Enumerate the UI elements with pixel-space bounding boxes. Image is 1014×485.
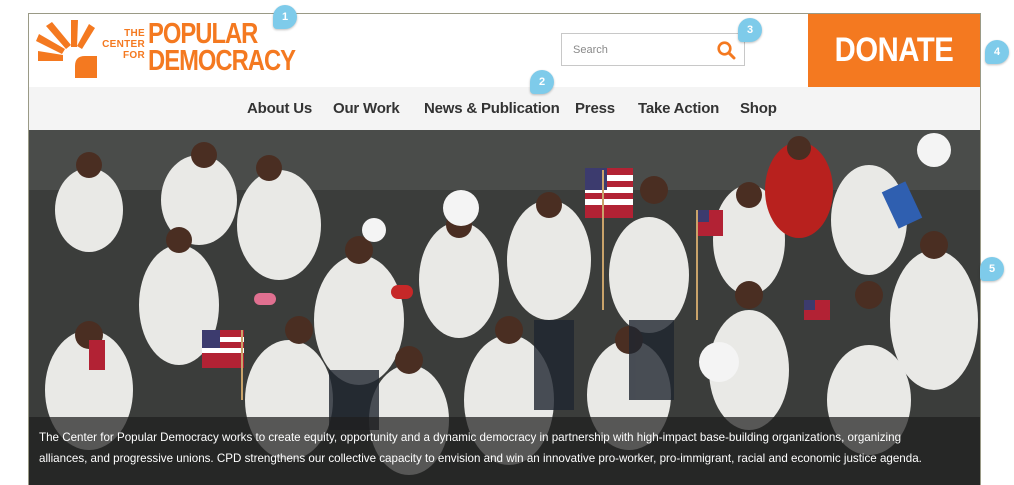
logo-line-center: CENTER <box>102 39 145 50</box>
nav-item-about-us[interactable]: About Us <box>247 87 312 130</box>
annotation-marker-5: 5 <box>980 257 1004 281</box>
annotation-marker-1: 1 <box>273 5 297 29</box>
annotation-marker-1-label: 1 <box>281 11 289 23</box>
page-frame: THE CENTER FOR POPULAR DEMOCRACY DONATE … <box>28 13 981 485</box>
sun-logo-icon <box>36 20 97 78</box>
nav-item-shop[interactable]: Shop <box>740 87 777 130</box>
logo-small-text: THE CENTER FOR <box>99 28 145 61</box>
logo-line-democracy: DEMOCRACY <box>148 45 296 77</box>
hero-caption-line-2: alliances, and progressive unions. CPD s… <box>39 452 922 465</box>
hero-banner: The Center for Popular Democracy works t… <box>29 130 980 485</box>
annotation-marker-3: 3 <box>738 18 762 42</box>
hero-caption-line-1: The Center for Popular Democracy works t… <box>39 431 902 444</box>
nav-item-press[interactable]: Press <box>575 87 615 130</box>
logo-big-text: POPULAR DEMOCRACY <box>148 20 296 77</box>
site-logo[interactable]: THE CENTER FOR POPULAR DEMOCRACY <box>35 20 296 78</box>
annotation-marker-5-label: 5 <box>988 263 996 275</box>
search-input[interactable] <box>562 34 713 65</box>
hero-caption: The Center for Popular Democracy works t… <box>29 417 980 485</box>
nav-item-our-work[interactable]: Our Work <box>333 87 400 130</box>
logo-line-for: FOR <box>122 50 145 61</box>
logo-line-the: THE <box>124 28 145 39</box>
annotation-marker-2: 2 <box>530 70 554 94</box>
search-box <box>561 33 745 66</box>
donate-label: DONATE <box>834 31 954 69</box>
annotation-marker-2-label: 2 <box>538 76 546 88</box>
site-header: THE CENTER FOR POPULAR DEMOCRACY DONATE <box>29 14 980 87</box>
main-nav: About Us Our Work News & Publication Pre… <box>29 87 980 130</box>
search-icon[interactable] <box>716 40 736 60</box>
donate-button[interactable]: DONATE <box>808 14 980 87</box>
annotation-marker-3-label: 3 <box>746 24 754 36</box>
nav-item-take-action[interactable]: Take Action <box>638 87 719 130</box>
annotation-marker-4: 4 <box>985 40 1009 64</box>
annotation-marker-4-label: 4 <box>993 46 1001 58</box>
